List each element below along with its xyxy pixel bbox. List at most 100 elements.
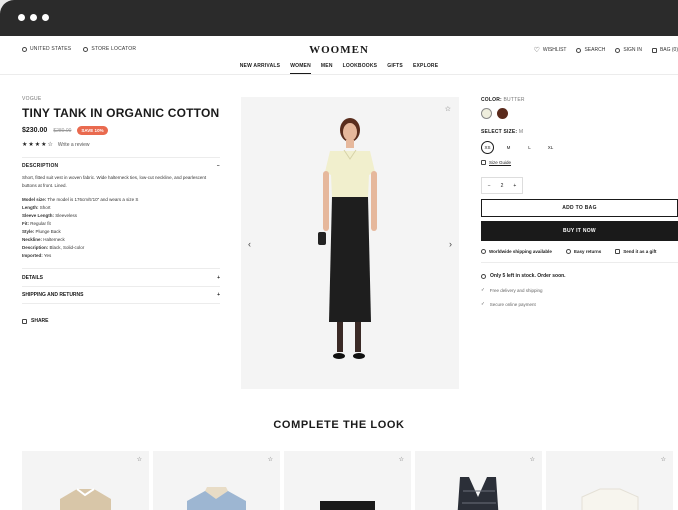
feature-label: Easy returns	[573, 249, 602, 254]
size-value: M	[518, 129, 524, 135]
spec-row: Imported: Yes	[22, 252, 220, 260]
header: UNITED STATES STORE LOCATOR WOOMEN ♡ WIS…	[0, 36, 678, 76]
spec-key: Model size:	[22, 197, 47, 202]
spec-row: Neckline: Halterneck	[22, 236, 220, 244]
spec-row: Model size: The model is 176cm/5'10" and…	[22, 196, 220, 204]
spec-value: Regular fit	[29, 221, 51, 226]
original-price: $280.00	[53, 127, 72, 134]
product-title: TINY TANK IN ORGANIC COTTON	[22, 106, 220, 120]
buy-now-button[interactable]: BUY IT NOW	[481, 221, 678, 241]
look-card[interactable]: ☆	[415, 451, 542, 510]
look-card[interactable]: ☆	[153, 451, 280, 510]
write-review-link[interactable]: Write a review	[58, 142, 90, 148]
favorite-icon[interactable]: ☆	[530, 456, 535, 463]
nav-explore[interactable]: EXPLORE	[413, 63, 438, 74]
browser-window: UNITED STATES STORE LOCATOR WOOMEN ♡ WIS…	[0, 0, 678, 510]
sweater-image	[60, 488, 111, 510]
discount-badge: SAVE 10%	[77, 126, 108, 135]
favorite-icon[interactable]: ☆	[137, 456, 142, 463]
size-option[interactable]: L	[523, 141, 536, 154]
spec-value: Short	[38, 205, 51, 210]
feature-label: Send it as a gift	[623, 249, 657, 254]
nav-gifts[interactable]: GIFTS	[387, 63, 403, 74]
product-image[interactable]: ☆ ‹ ›	[241, 97, 459, 389]
description-section: DESCRIPTION − Short, fitted suit vest in…	[22, 157, 220, 260]
nav-men[interactable]: MEN	[321, 63, 333, 74]
window-dot-icon[interactable]	[42, 14, 49, 21]
header-divider	[0, 74, 678, 75]
size-option[interactable]: XS	[481, 141, 494, 154]
look-card[interactable]: ☆	[284, 451, 411, 510]
window-titlebar	[0, 0, 678, 36]
search-link[interactable]: SEARCH	[576, 46, 605, 54]
look-card[interactable]: ☆	[546, 451, 673, 510]
spec-key: Fit:	[22, 221, 29, 226]
price-row: $230.00 $280.00 SAVE 10%	[22, 126, 220, 135]
description-toggle[interactable]: DESCRIPTION −	[22, 158, 220, 174]
spec-list: Model size: The model is 176cm/5'10" and…	[22, 196, 220, 260]
plus-icon[interactable]: +	[513, 183, 516, 189]
signin-link[interactable]: SIGN IN	[615, 46, 642, 54]
color-swatch-butter[interactable]	[481, 108, 492, 119]
shipping-heading: SHIPPING AND RETURNS	[22, 292, 84, 298]
spec-key: Imported:	[22, 253, 43, 258]
white-shirt-image	[581, 488, 639, 510]
clock-icon	[481, 273, 486, 279]
wishlist-link[interactable]: ♡ WISHLIST	[534, 46, 567, 54]
product-page: UNITED STATES STORE LOCATOR WOOMEN ♡ WIS…	[0, 36, 678, 510]
spec-value: Sleeveless	[54, 213, 78, 218]
description-text: Short, fitted suit vest in woven fabric.…	[22, 175, 207, 188]
favorite-icon[interactable]: ☆	[399, 456, 404, 463]
spec-row: Sleeve Length: Sleeveless	[22, 212, 220, 220]
spec-key: Sleeve Length:	[22, 213, 55, 218]
ruler-icon	[481, 160, 486, 165]
details-heading: DETAILS	[22, 274, 44, 281]
check-icon: ✓	[481, 287, 485, 292]
model-figure	[318, 118, 377, 359]
spec-value: Halterneck	[42, 237, 65, 242]
color-label-text: COLOR:	[481, 97, 502, 103]
bag-icon	[651, 47, 657, 53]
favorite-icon[interactable]: ☆	[268, 456, 273, 463]
spec-value: Black, Solid-color	[48, 245, 85, 250]
heart-icon: ♡	[533, 47, 540, 54]
check-icon: ✓	[481, 301, 485, 306]
nav-new-arrivals[interactable]: NEW ARRIVALS	[240, 63, 280, 74]
minus-icon: −	[216, 163, 220, 169]
product-brand[interactable]: VOGUE	[22, 96, 220, 102]
bag-label: BAG (0)	[659, 47, 678, 53]
share-label: SHARE	[31, 318, 49, 324]
details-accordion[interactable]: DETAILS +	[22, 268, 220, 286]
size-guide-link[interactable]: Size Guide	[481, 160, 678, 165]
favorite-icon[interactable]: ☆	[661, 456, 666, 463]
share-icon	[22, 318, 27, 324]
check-text: Free delivery and shipping	[489, 287, 543, 293]
spec-row: Style: Plunge Back	[22, 228, 220, 236]
look-card[interactable]: ☆	[22, 451, 149, 510]
spec-row: Length: Short	[22, 204, 220, 212]
product-info: VOGUE TINY TANK IN ORGANIC COTTON $230.0…	[22, 96, 220, 324]
share-button[interactable]: SHARE	[22, 318, 220, 324]
return-icon	[565, 249, 571, 254]
nav-women[interactable]: WOMEN	[290, 63, 311, 74]
window-dot-icon[interactable]	[30, 14, 37, 21]
feature-label: Worldwide shipping available	[489, 249, 552, 254]
window-dot-icon[interactable]	[18, 14, 25, 21]
feature-item: Worldwide shipping available	[481, 249, 552, 254]
quantity-stepper[interactable]: − 2 +	[481, 177, 523, 194]
quantity-value: 2	[500, 182, 504, 189]
nav-lookbooks[interactable]: LOOKBOOKS	[343, 63, 378, 74]
spec-value: Plunge Back	[34, 229, 61, 234]
bag-link[interactable]: BAG (0)	[651, 46, 678, 54]
size-label-text: SELECT SIZE:	[481, 129, 518, 135]
size-option[interactable]: XL	[544, 141, 557, 154]
minus-icon[interactable]: −	[488, 183, 491, 189]
globe-icon	[481, 249, 486, 254]
size-option[interactable]: M	[502, 141, 515, 154]
feature-item: Send it as a gift	[615, 249, 656, 254]
color-swatch-brown[interactable]	[497, 108, 508, 119]
add-to-bag-button[interactable]: ADD TO BAG	[481, 199, 678, 217]
shipping-accordion[interactable]: SHIPPING AND RETURNS +	[22, 286, 220, 304]
search-label: SEARCH	[584, 47, 606, 53]
color-swatches	[481, 108, 678, 119]
